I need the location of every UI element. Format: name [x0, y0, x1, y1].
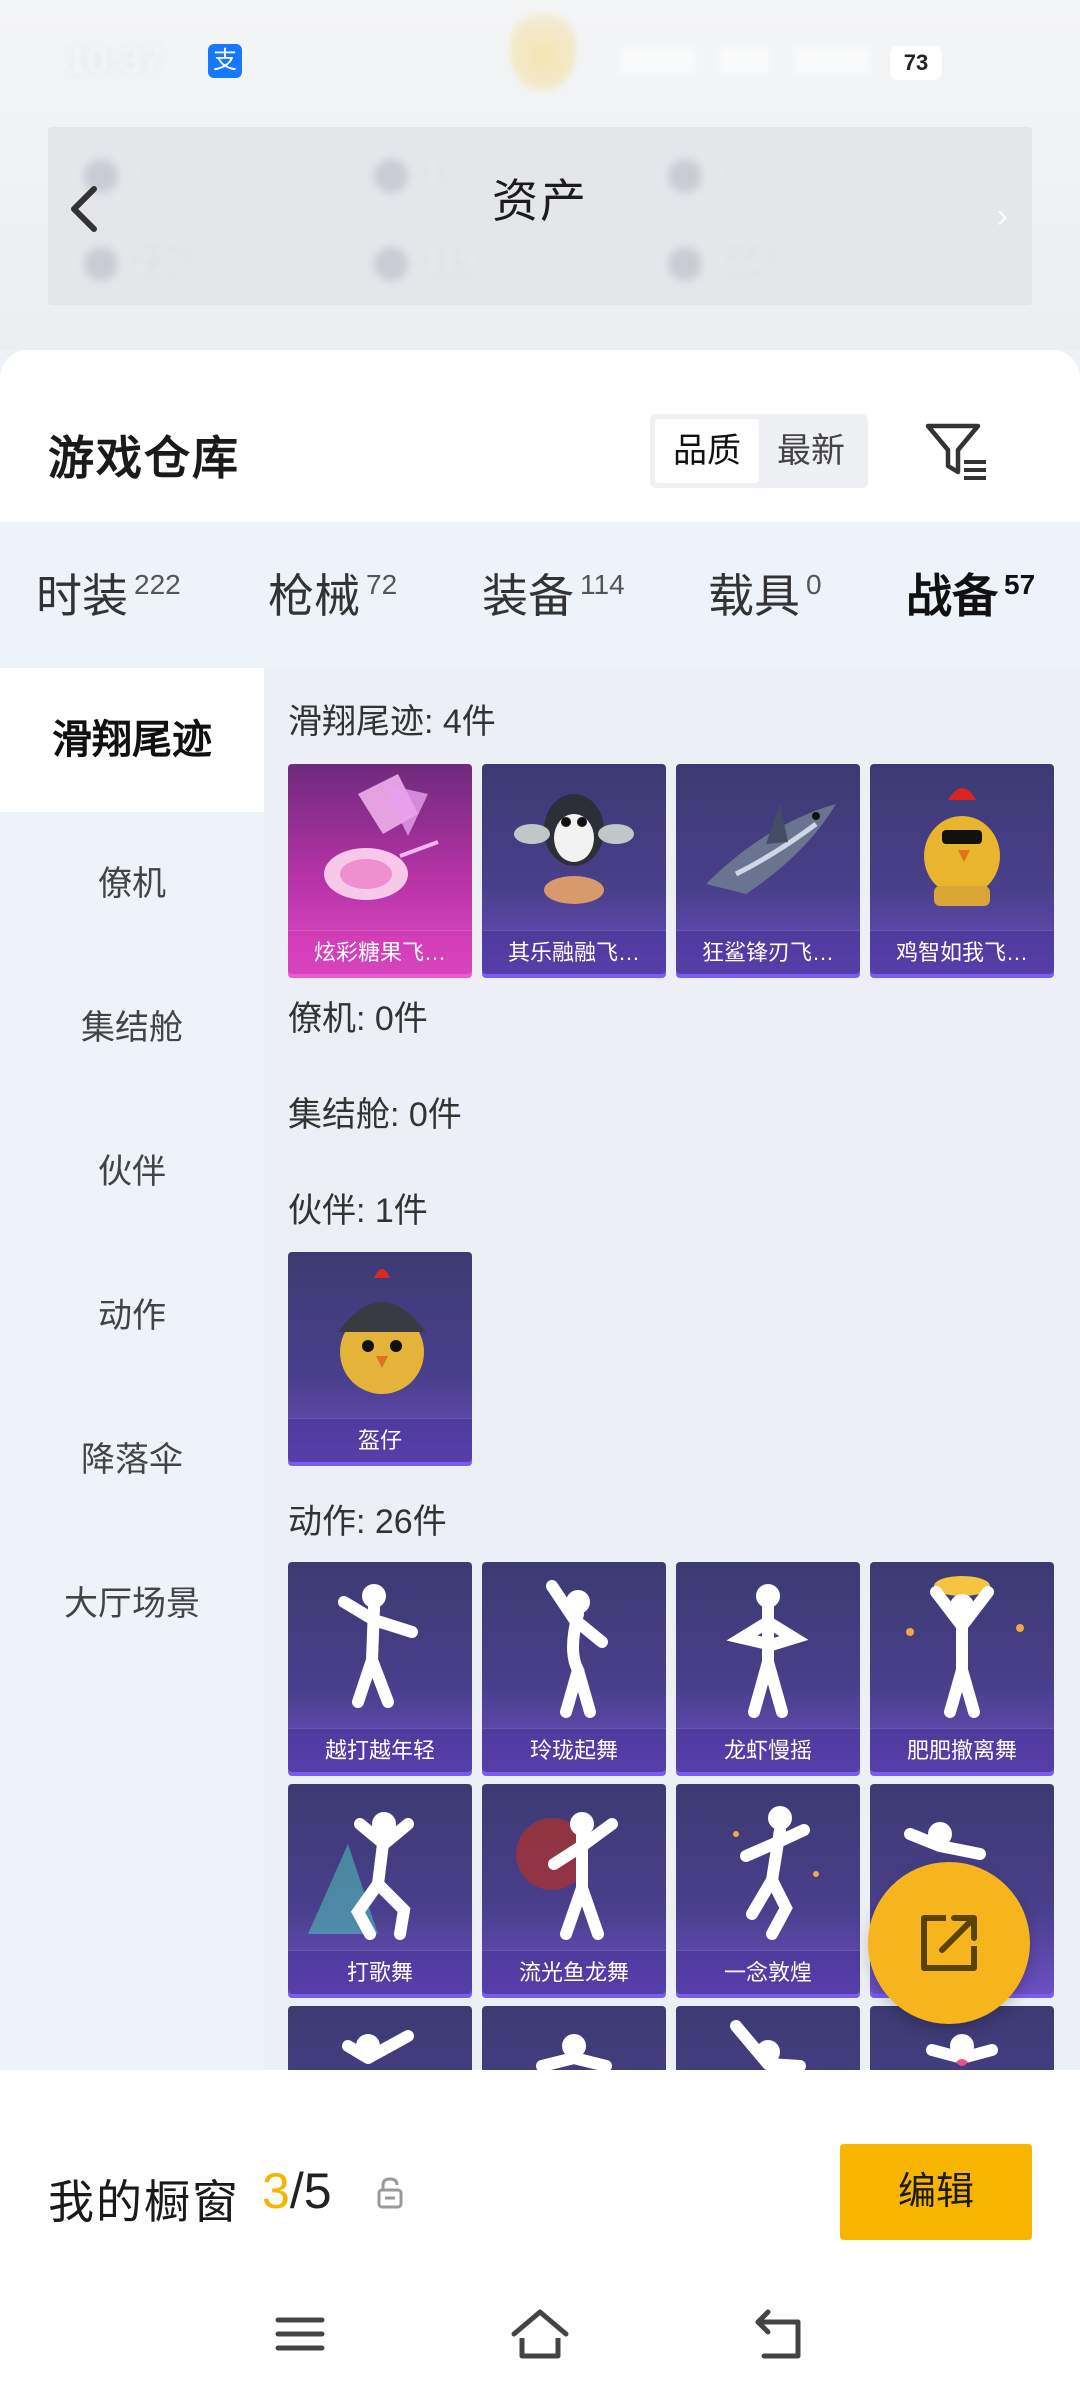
candy-glider-image	[324, 774, 439, 900]
item-name: 鸡智如我飞…	[870, 930, 1054, 974]
item-card[interactable]	[288, 2006, 472, 2070]
sort-quality-button[interactable]: 品质	[655, 419, 759, 483]
warehouse-header: 游戏仓库 品质 最新	[0, 350, 1080, 522]
shark-glider-image	[706, 804, 836, 894]
tab-combat-gear[interactable]: 战备 57	[906, 560, 1035, 626]
item-name: 其乐融融飞…	[482, 930, 666, 974]
sidebar-item-lobby-scene[interactable]: 大厅场景	[0, 1532, 264, 1676]
sidebar-item-capsule[interactable]: 集结舱	[0, 956, 264, 1100]
showcase-label: 我的橱窗	[48, 2176, 240, 2228]
asset-value-4: 236	[84, 243, 187, 281]
menu-icon[interactable]	[268, 2302, 332, 2366]
item-name: 一念敦煌	[676, 1950, 860, 1994]
lock-icon	[377, 2177, 403, 2209]
warehouse-sheet: 游戏仓库 品质 最新 时装 222 枪械 72 装备 114 载具 0 战备 57 滑翔尾…	[0, 350, 1080, 2400]
item-name: 龙虾慢摇	[676, 1728, 860, 1772]
dancer-silhouette-image	[546, 1580, 608, 1718]
battery-indicator: 73	[890, 46, 942, 80]
section-header-glide: 滑翔尾迹: 4件	[288, 703, 496, 741]
filter-icon[interactable]	[922, 416, 992, 486]
warehouse-content: 滑翔尾迹 僚机 集结舱 伙伴 动作 降落伞 大厅场景 滑翔尾迹: 4件 炫彩糖果…	[0, 668, 1080, 2070]
item-card[interactable]: 盔仔	[288, 1252, 472, 1462]
dancer-silhouette-image	[726, 1584, 809, 1718]
warehouse-title: 游戏仓库	[48, 432, 240, 484]
tab-guns[interactable]: 枪械 72	[268, 560, 397, 626]
dancer-silhouette-image	[308, 1812, 414, 1940]
section-header-capsule: 集结舱: 0件	[288, 1096, 462, 1134]
item-card[interactable]	[482, 2006, 666, 2070]
sidebar-item-emote[interactable]: 动作	[0, 1244, 264, 1388]
item-name: 打歌舞	[288, 1950, 472, 1994]
sort-toggle: 品质 最新	[650, 414, 868, 488]
sidebar-item-glide-trail[interactable]: 滑翔尾迹	[0, 668, 264, 812]
item-name: 炫彩糖果飞…	[288, 930, 472, 974]
tab-equipment[interactable]: 装备 114	[482, 560, 625, 626]
sidebar-item-wingman[interactable]: 僚机	[0, 812, 264, 956]
tab-fashion[interactable]: 时装 222	[36, 560, 181, 626]
item-name: 肥肥撤离舞	[870, 1728, 1054, 1772]
asset-value-5: 119	[374, 243, 476, 281]
dancer-silhouette-image	[338, 1584, 418, 1708]
top-background: 10:37 支 73 0 1 0 236 119 666 资产 ›	[0, 0, 1080, 350]
helmet-chick-image	[338, 1269, 426, 1394]
item-card[interactable]	[676, 2006, 860, 2070]
flame-decoration	[510, 4, 576, 90]
tab-vehicles[interactable]: 载具 0	[708, 560, 822, 626]
item-name: 盔仔	[288, 1418, 472, 1462]
asset-panel[interactable]: 0 1 0 236 119 666 资产 ›	[48, 127, 1032, 305]
item-card[interactable]: 鸡智如我飞…	[870, 764, 1054, 974]
home-icon[interactable]	[508, 2302, 572, 2366]
dancer-silhouette-image	[730, 2020, 806, 2070]
item-name: 越打越年轻	[288, 1728, 472, 1772]
chevron-right-icon[interactable]: ›	[997, 197, 1008, 236]
asset-title: 资产	[492, 175, 588, 227]
item-card[interactable]: 龙虾慢摇	[676, 1562, 860, 1772]
item-card[interactable]: 越打越年轻	[288, 1562, 472, 1772]
dancer-silhouette-image	[342, 2030, 414, 2064]
item-card[interactable]: 炫彩糖果飞…	[288, 764, 472, 974]
status-time: 10:37	[66, 40, 164, 82]
sort-latest-button[interactable]: 最新	[759, 419, 863, 483]
item-card[interactable]: 其乐融融飞…	[482, 764, 666, 974]
item-name: 玲珑起舞	[482, 1728, 666, 1772]
penguin-glider-image	[514, 794, 634, 904]
sidebar-item-parachute[interactable]: 降落伞	[0, 1388, 264, 1532]
dancer-silhouette-image	[733, 1806, 819, 1940]
dancer-silhouette-image	[516, 1812, 618, 1940]
dancer-silhouette-image	[536, 2034, 612, 2070]
item-card[interactable]: 狂鲨锋刃飞…	[676, 764, 860, 974]
item-card[interactable]: 肥肥撤离舞	[870, 1562, 1054, 1772]
item-grid: 滑翔尾迹: 4件 炫彩糖果飞… 其乐融融飞… 狂鲨锋刃飞… 鸡智如我飞… 僚机:…	[264, 668, 1080, 2070]
item-name: 狂鲨锋刃飞…	[676, 930, 860, 974]
signal-icons	[620, 48, 870, 74]
item-card[interactable]: 打歌舞	[288, 1784, 472, 1994]
back-icon[interactable]	[748, 2302, 812, 2366]
share-icon	[921, 1915, 977, 1971]
sidebar-item-partner[interactable]: 伙伴	[0, 1100, 264, 1244]
edit-showcase-button[interactable]: 编辑	[840, 2144, 1032, 2240]
showcase-count: 3/5	[262, 2163, 332, 2219]
showcase-bar: 我的橱窗 3/5 编辑	[0, 2106, 1080, 2400]
asset-value-6: 666	[668, 243, 771, 281]
category-tabs: 时装 222 枪械 72 装备 114 载具 0 战备 57	[0, 522, 1080, 813]
section-header-wingman: 僚机: 0件	[288, 1000, 428, 1038]
chicken-glider-image	[924, 788, 1000, 906]
item-card[interactable]: 一念敦煌	[676, 1784, 860, 1994]
alipay-icon: 支	[208, 44, 242, 78]
item-card[interactable]: 玲珑起舞	[482, 1562, 666, 1772]
dancer-silhouette-image	[906, 1576, 1024, 1718]
category-sidebar: 滑翔尾迹 僚机 集结舱 伙伴 动作 降落伞 大厅场景	[0, 668, 264, 2070]
share-button[interactable]	[868, 1862, 1030, 2024]
section-header-partner: 伙伴: 1件	[288, 1192, 428, 1230]
section-header-emote: 动作: 26件	[288, 1503, 447, 1541]
item-name: 流光鱼龙舞	[482, 1950, 666, 1994]
item-card[interactable]: 流光鱼龙舞	[482, 1784, 666, 1994]
